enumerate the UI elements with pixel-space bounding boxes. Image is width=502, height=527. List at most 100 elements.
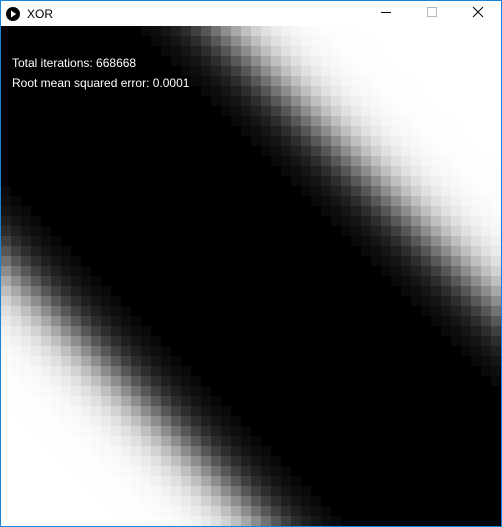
heatmap-cell (81, 316, 91, 326)
heatmap-cell (151, 386, 161, 396)
heatmap-cell (481, 166, 491, 176)
heatmap-cell (441, 246, 451, 256)
heatmap-cell (281, 136, 291, 146)
heatmap-cell (151, 346, 161, 356)
minimize-button[interactable] (363, 1, 409, 26)
heatmap-cell (411, 156, 421, 166)
heatmap-cell (401, 36, 411, 46)
heatmap-cell (1, 456, 11, 466)
heatmap-cell (251, 486, 261, 496)
heatmap-cell (441, 326, 451, 336)
heatmap-cell (181, 486, 191, 496)
heatmap-cell (251, 466, 261, 476)
heatmap-cell (291, 166, 301, 176)
maximize-button[interactable] (409, 1, 455, 26)
heatmap-cell (441, 186, 451, 196)
heatmap-cell (41, 236, 51, 246)
heatmap-cell (161, 376, 171, 386)
close-button[interactable] (455, 1, 501, 26)
heatmap-cell (361, 196, 371, 206)
heatmap-cell (91, 396, 101, 406)
heatmap-cell (421, 76, 431, 86)
heatmap-cell (281, 156, 291, 166)
heatmap-cell (361, 246, 371, 256)
heatmap-cell (71, 266, 81, 276)
title-bar[interactable]: XOR (1, 1, 501, 26)
heatmap-cell (141, 426, 151, 436)
heatmap-cell (381, 216, 391, 226)
heatmap-cell (11, 366, 21, 376)
heatmap-cell (401, 266, 411, 276)
heatmap-cell (351, 46, 361, 56)
heatmap-cell (381, 246, 391, 256)
heatmap-cell (451, 246, 461, 256)
heatmap-cell (151, 516, 161, 526)
heatmap-cell (441, 256, 451, 266)
heatmap-cell (11, 496, 21, 506)
heatmap-cell (251, 56, 261, 66)
heatmap-cell (201, 516, 211, 526)
heatmap-cell (161, 496, 171, 506)
heatmap-cell (71, 316, 81, 326)
heatmap-cell (371, 216, 381, 226)
heatmap-cell (61, 486, 71, 496)
heatmap-cell (311, 136, 321, 146)
heatmap-cell (351, 176, 361, 186)
heatmap-cell (371, 186, 381, 196)
heatmap-cell (241, 506, 251, 516)
heatmap-cell (391, 126, 401, 136)
heatmap-cell (151, 376, 161, 386)
heatmap-cell (461, 206, 471, 216)
heatmap-cell (171, 436, 181, 446)
heatmap-cell (81, 506, 91, 516)
heatmap-cell (1, 226, 11, 236)
heatmap-cell (141, 456, 151, 466)
heatmap-cell (401, 196, 411, 206)
heatmap-cell (241, 496, 251, 506)
heatmap-cell (311, 96, 321, 106)
heatmap-cell (251, 496, 261, 506)
heatmap-cell (451, 86, 461, 96)
heatmap-cell (51, 336, 61, 346)
heatmap-cell (191, 76, 201, 86)
xor-canvas[interactable]: Total iterations: 668668 Root mean squar… (1, 26, 501, 526)
heatmap-cell (21, 306, 31, 316)
heatmap-cell (51, 446, 61, 456)
heatmap-cell (111, 296, 121, 306)
heatmap-cell (331, 146, 341, 156)
heatmap-cell (321, 126, 331, 136)
heatmap-cell (461, 106, 471, 116)
heatmap-cell (231, 446, 241, 456)
heatmap-cell (21, 446, 31, 456)
heatmap-cell (451, 296, 461, 306)
heatmap-cell (301, 156, 311, 166)
heatmap-cell (401, 286, 411, 296)
heatmap-cell (361, 66, 371, 76)
heatmap-cell (221, 436, 231, 446)
heatmap-cell (81, 366, 91, 376)
heatmap-cell (91, 406, 101, 416)
heatmap-cell (11, 396, 21, 406)
heatmap-cell (421, 286, 431, 296)
heatmap-cell (51, 496, 61, 506)
heatmap-cell (81, 346, 91, 356)
heatmap-cell (31, 346, 41, 356)
heatmap-cell (461, 136, 471, 146)
heatmap-cell (41, 276, 51, 286)
heatmap-cell (51, 256, 61, 266)
heatmap-cell (431, 226, 441, 236)
heatmap-cell (491, 86, 501, 96)
heatmap-cell (241, 26, 251, 36)
heatmap-cell (81, 436, 91, 446)
heatmap-cell (281, 166, 291, 176)
heatmap-cell (461, 256, 471, 266)
heatmap-cell (201, 46, 211, 56)
heatmap-cell (321, 46, 331, 56)
heatmap-cell (291, 496, 301, 506)
heatmap-cell (51, 266, 61, 276)
heatmap-cell (471, 356, 481, 366)
heatmap-cell (301, 56, 311, 66)
heatmap-cell (211, 86, 221, 96)
heatmap-cell (301, 496, 311, 506)
heatmap-cell (191, 426, 201, 436)
